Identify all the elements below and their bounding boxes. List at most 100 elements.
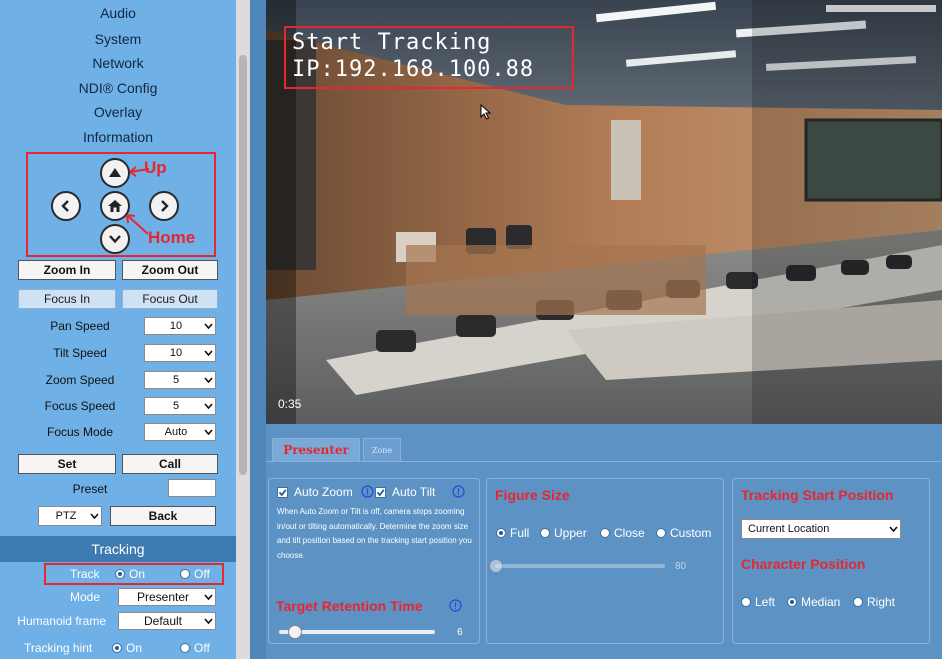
hint-on-label: On	[126, 641, 143, 655]
chevron-down-icon	[203, 618, 213, 624]
set-button[interactable]: Set	[18, 454, 116, 474]
tracking-start-card: Tracking Start Position Current Location…	[732, 478, 930, 644]
retention-value: 6	[457, 627, 463, 638]
ptz-left-button[interactable]	[51, 191, 81, 221]
nav-information[interactable]: Information	[0, 129, 236, 145]
info-icon[interactable]: !	[361, 485, 374, 498]
track-on-label: On	[129, 567, 146, 581]
hint-off-label: Off	[194, 641, 210, 655]
check-icon	[376, 489, 385, 497]
tab-presenter[interactable]: Presenter	[272, 438, 360, 462]
pan-speed-select[interactable]: 10	[144, 317, 216, 335]
figure-size-title: Figure Size	[495, 487, 570, 503]
character-right-radio[interactable]	[853, 597, 863, 607]
character-left-label: Left	[755, 595, 776, 609]
chevron-left-icon	[61, 200, 69, 212]
retention-slider-thumb[interactable]	[287, 625, 302, 639]
figure-size-slider-track[interactable]	[495, 564, 665, 568]
zoom-in-button[interactable]: Zoom In	[18, 260, 116, 280]
figure-size-card: Figure Size Full Upper Close Custom 80	[486, 478, 724, 644]
retention-slider-track[interactable]	[279, 630, 435, 634]
figure-size-slider-thumb[interactable]	[489, 559, 503, 573]
figure-upper-radio[interactable]	[540, 528, 550, 538]
osd-line-1: Start Tracking	[292, 30, 492, 55]
tracking-header: Tracking	[0, 536, 236, 562]
nav-overlay[interactable]: Overlay	[0, 104, 236, 120]
arrow-up-icon	[109, 168, 121, 177]
retention-title: Target Retention Time	[276, 598, 423, 614]
nav-ndi-config[interactable]: NDI® Config	[0, 80, 236, 96]
tab-zone[interactable]: Zone	[363, 438, 401, 462]
focus-in-button[interactable]: Focus In	[18, 289, 116, 309]
zoom-out-button[interactable]: Zoom Out	[122, 260, 218, 280]
character-median-radio[interactable]	[787, 597, 797, 607]
track-off-label: Off	[194, 567, 210, 581]
mode-label: Mode	[70, 590, 101, 604]
figure-upper-label: Upper	[554, 526, 587, 540]
humanoid-label-clip: Humanoid frame	[0, 614, 106, 630]
auto-tilt-checkbox[interactable]	[375, 487, 386, 498]
figure-full-label: Full	[510, 526, 530, 540]
chevron-down-icon	[109, 235, 121, 244]
video-preview[interactable]: Start Tracking IP:192.168.100.88 0:35	[266, 0, 942, 424]
call-button[interactable]: Call	[122, 454, 218, 474]
chevron-down-icon	[203, 403, 213, 409]
back-button[interactable]: Back	[110, 506, 216, 526]
tracking-start-select[interactable]: Current Location	[741, 519, 901, 539]
chevron-down-icon	[203, 350, 213, 356]
track-on-radio[interactable]	[115, 569, 125, 579]
ptz-up-button[interactable]	[100, 158, 130, 188]
osd-line-2: IP:192.168.100.88	[292, 57, 535, 82]
focus-out-button[interactable]: Focus Out	[122, 289, 218, 309]
nav-system[interactable]: System	[0, 31, 236, 47]
pan-speed-label: Pan Speed	[50, 319, 110, 333]
home-icon	[108, 200, 122, 212]
chevron-down-icon	[203, 323, 213, 329]
svg-text:!: !	[454, 601, 457, 611]
character-position-title: Character Position	[741, 556, 866, 572]
chevron-down-icon	[89, 513, 99, 519]
hint-on-radio[interactable]	[112, 643, 122, 653]
nav-network[interactable]: Network	[0, 55, 236, 71]
auto-zoom-description: When Auto Zoom or Tilt is off, camera st…	[277, 507, 472, 560]
figure-custom-label: Custom	[670, 526, 712, 540]
preset-label: Preset	[72, 482, 108, 496]
track-label: Track	[70, 567, 100, 581]
character-right-label: Right	[867, 595, 896, 609]
figure-full-radio[interactable]	[496, 528, 506, 538]
tilt-speed-select[interactable]: 10	[144, 344, 216, 362]
focus-speed-select[interactable]: 5	[144, 397, 216, 415]
figure-size-value: 80	[675, 561, 687, 572]
check-icon	[278, 489, 287, 497]
zoom-speed-select[interactable]: 5	[144, 371, 216, 389]
tilt-speed-label: Tilt Speed	[53, 346, 107, 360]
auto-tilt-label: Auto Tilt	[392, 485, 436, 499]
timecode: 0:35	[278, 397, 302, 411]
tracking-hint-label: Tracking hint	[24, 641, 93, 655]
tab-divider	[266, 461, 942, 462]
figure-custom-radio[interactable]	[656, 528, 666, 538]
auto-zoom-label: Auto Zoom	[294, 485, 353, 499]
figure-close-label: Close	[614, 526, 645, 540]
annotation-arrow-home-icon	[126, 214, 149, 235]
auto-zoom-card: Auto Zoom ! Auto Tilt ! When Auto Zoom o…	[268, 478, 480, 644]
auto-zoom-checkbox[interactable]	[277, 487, 288, 498]
figure-close-radio[interactable]	[600, 528, 610, 538]
character-left-radio[interactable]	[741, 597, 751, 607]
ptz-right-button[interactable]	[149, 191, 179, 221]
sidebar: Audio System Network NDI® Config Overlay…	[0, 0, 236, 659]
sidebar-scrollbar[interactable]	[236, 0, 250, 659]
hint-off-radio[interactable]	[180, 643, 190, 653]
sidebar-scrollbar-thumb[interactable]	[239, 55, 247, 475]
focus-mode-label: Focus Mode	[46, 425, 114, 439]
tracking-mode-select[interactable]: Presenter	[118, 588, 216, 606]
svg-text:!: !	[457, 487, 460, 497]
humanoid-frame-select[interactable]: Default	[118, 612, 216, 630]
info-icon[interactable]: !	[449, 599, 462, 612]
focus-mode-select[interactable]: Auto	[144, 423, 216, 441]
preset-input[interactable]	[168, 479, 216, 497]
ptz-mode-select[interactable]: PTZ	[38, 506, 102, 526]
nav-audio[interactable]: Audio	[0, 5, 236, 21]
track-off-radio[interactable]	[180, 569, 190, 579]
info-icon[interactable]: !	[452, 485, 465, 498]
